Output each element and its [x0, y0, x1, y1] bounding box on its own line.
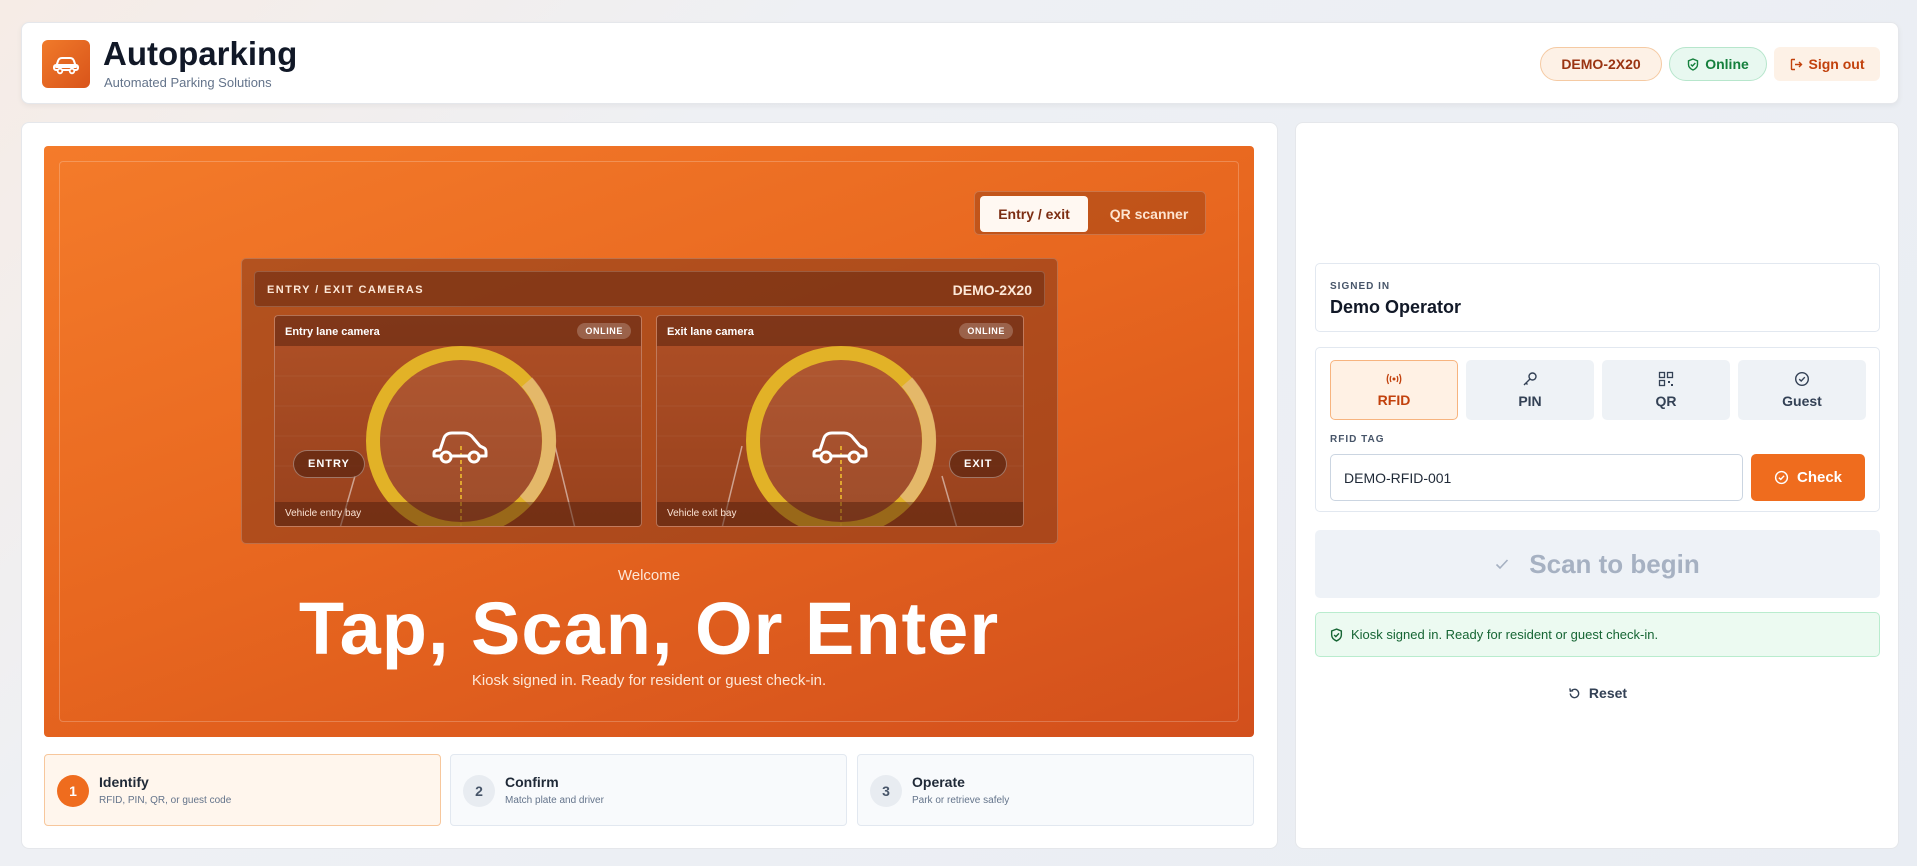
- camera-panel-title: ENTRY / EXIT CAMERAS: [267, 284, 424, 296]
- exit-camera-status: ONLINE: [959, 323, 1013, 339]
- entry-camera-status: ONLINE: [577, 323, 631, 339]
- step-identify: 1 Identify RFID, PIN, QR, or guest code: [44, 754, 441, 826]
- entry-camera-title: Entry lane camera: [285, 326, 380, 338]
- signed-in-label: SIGNED IN: [1330, 281, 1391, 292]
- key-icon: [1523, 372, 1537, 386]
- identify-method-card: RFID PIN QR Guest RFID TAG DEMO-RFID-001…: [1315, 347, 1880, 512]
- app-header: Autoparking Automated Parking Solutions …: [21, 22, 1899, 104]
- method-label: PIN: [1518, 393, 1542, 409]
- step-number: 2: [463, 775, 495, 807]
- exit-camera-caption: Vehicle exit bay: [667, 508, 737, 519]
- method-label: Guest: [1782, 393, 1822, 409]
- check-icon: [1496, 559, 1509, 570]
- step-number: 1: [57, 775, 89, 807]
- hero-title: Tap, Scan, Or Enter: [298, 587, 1000, 670]
- hero-section: Entry / exit QR scanner ENTRY / EXIT CAM…: [44, 146, 1254, 737]
- car-icon: [812, 431, 868, 464]
- exit-camera-title: Exit lane camera: [667, 326, 754, 338]
- exit-camera-topbar: Exit lane camera ONLINE: [657, 316, 1023, 346]
- sign-out-icon: [1790, 58, 1802, 70]
- method-rfid[interactable]: RFID: [1330, 360, 1458, 420]
- camera-panel-kiosk-id: DEMO-2X20: [952, 282, 1032, 298]
- exit-camera-view: [657, 346, 1023, 526]
- kiosk-id-badge: DEMO-2X20: [1540, 47, 1662, 81]
- qr-icon: [1658, 371, 1674, 387]
- welcome-text: Welcome: [617, 567, 681, 584]
- sign-out-button[interactable]: Sign out: [1774, 47, 1880, 81]
- status-badge: Online: [1669, 47, 1767, 81]
- step-description: Match plate and driver: [505, 795, 604, 806]
- status-badge-label: Online: [1705, 56, 1749, 72]
- hero-subtitle: Kiosk signed in. Ready for resident or g…: [471, 672, 827, 689]
- car-logo-icon: [42, 40, 90, 88]
- check-circle-icon: [1794, 371, 1810, 387]
- entry-camera-topbar: Entry lane camera ONLINE: [275, 316, 641, 346]
- check-button-label: Check: [1796, 469, 1843, 486]
- check-circle-icon: [1774, 470, 1789, 485]
- rfid-icon: [1386, 373, 1402, 385]
- steps-bar: 1 Identify RFID, PIN, QR, or guest code …: [44, 754, 1254, 826]
- scan-to-begin-label: Scan to begin: [1529, 548, 1700, 579]
- camera-panel: ENTRY / EXIT CAMERAS DEMO-2X20 Entry lan…: [241, 258, 1058, 544]
- method-guest[interactable]: Guest: [1738, 360, 1866, 420]
- tab-entry-exit[interactable]: Entry / exit: [980, 196, 1088, 232]
- step-description: RFID, PIN, QR, or guest code: [99, 795, 232, 806]
- entry-lane-tag: ENTRY: [293, 450, 365, 478]
- reset-button[interactable]: Reset: [1526, 679, 1669, 707]
- mode-toggle: Entry / exit QR scanner: [974, 191, 1206, 235]
- rfid-input[interactable]: [1330, 454, 1743, 501]
- car-icon: [432, 431, 488, 464]
- sidebar-panel: SIGNED IN Demo Operator RFID PIN QR Gues…: [1295, 122, 1899, 849]
- status-message-text: Kiosk signed in. Ready for resident or g…: [1351, 627, 1659, 642]
- entry-camera-view: [275, 346, 641, 526]
- step-title: Confirm: [505, 774, 559, 790]
- reset-label: Reset: [1588, 685, 1628, 701]
- exit-camera-feed: Exit lane camera ONLINE EXIT Vehicle exi…: [656, 315, 1024, 527]
- scan-to-begin-button[interactable]: Scan to begin: [1315, 530, 1880, 598]
- method-label: QR: [1655, 393, 1677, 409]
- app-subtitle: Automated Parking Solutions: [104, 75, 272, 90]
- step-title: Operate: [912, 774, 965, 790]
- step-description: Park or retrieve safely: [912, 795, 1010, 806]
- exit-lane-tag: EXIT: [949, 450, 1008, 478]
- method-qr[interactable]: QR: [1602, 360, 1730, 420]
- status-message: Kiosk signed in. Ready for resident or g…: [1315, 612, 1880, 657]
- rfid-field-label: RFID TAG: [1330, 434, 1385, 445]
- app-title: Autoparking: [103, 35, 298, 72]
- shield-check-icon: [1330, 627, 1343, 642]
- step-title: Identify: [99, 774, 149, 790]
- reset-icon: [1569, 687, 1580, 698]
- operator-name: Demo Operator: [1330, 297, 1462, 317]
- camera-panel-header: ENTRY / EXIT CAMERAS DEMO-2X20: [254, 271, 1045, 307]
- main-panel: Entry / exit QR scanner ENTRY / EXIT CAM…: [21, 122, 1278, 849]
- method-label: RFID: [1377, 392, 1411, 408]
- signed-in-card: SIGNED IN Demo Operator: [1315, 263, 1880, 332]
- shield-check-icon: [1688, 57, 1699, 71]
- check-button[interactable]: Check: [1751, 454, 1865, 501]
- step-number: 3: [870, 775, 902, 807]
- entry-camera-feed: Entry lane camera ONLINE ENTRY Vehicle e…: [274, 315, 642, 527]
- entry-camera-caption: Vehicle entry bay: [285, 508, 362, 519]
- step-confirm: 2 Confirm Match plate and driver: [450, 754, 847, 826]
- tab-qr-scanner[interactable]: QR scanner: [1095, 196, 1203, 232]
- step-operate: 3 Operate Park or retrieve safely: [857, 754, 1254, 826]
- sign-out-label: Sign out: [1808, 56, 1865, 72]
- method-pin[interactable]: PIN: [1466, 360, 1594, 420]
